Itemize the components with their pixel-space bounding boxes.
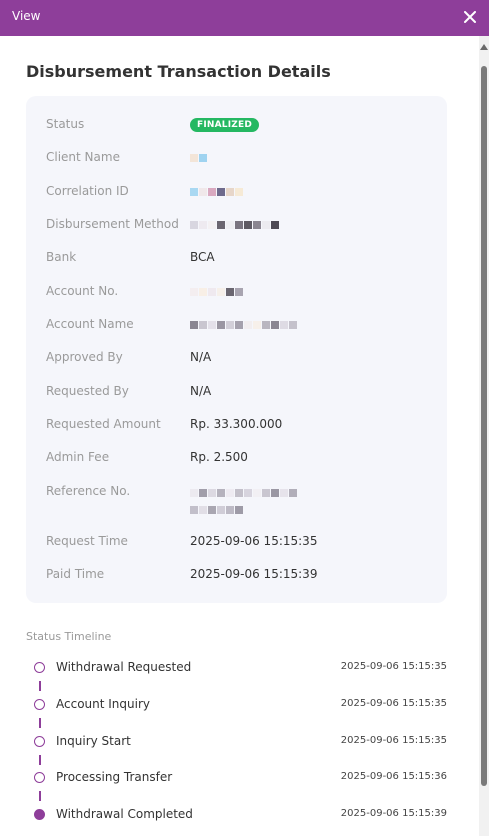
- detail-label: Status: [46, 117, 85, 131]
- scrollbar-thumb[interactable]: [481, 66, 487, 786]
- detail-label: Admin Fee: [46, 450, 110, 464]
- timeline-item: Withdrawal Requested 2025-09-06 15:15:35: [34, 660, 447, 676]
- timeline-dot-icon: [34, 699, 45, 710]
- detail-value: Rp. 33.300.000: [190, 417, 283, 431]
- detail-label: Request Time: [46, 534, 128, 548]
- timeline-connector: [39, 718, 41, 728]
- timeline-dot-filled-icon: [34, 809, 45, 820]
- timeline-item-time: 2025-09-06 15:15:36: [340, 771, 447, 782]
- timeline-connector: [39, 681, 41, 691]
- timeline-item-time: 2025-09-06 15:15:35: [340, 698, 447, 709]
- detail-label: Disbursement Method: [46, 217, 179, 231]
- timeline-item: Inquiry Start 2025-09-06 15:15:35: [34, 734, 447, 750]
- page-title: Disbursement Transaction Details: [26, 62, 331, 81]
- timeline-dot-icon: [34, 662, 45, 673]
- detail-label: Bank: [46, 250, 77, 264]
- detail-label: Approved By: [46, 350, 123, 364]
- timeline-item: Processing Transfer 2025-09-06 15:15:36: [34, 770, 447, 786]
- redacted-value: [190, 217, 279, 231]
- timeline-dot-icon: [34, 736, 45, 747]
- detail-label: Requested By: [46, 384, 129, 398]
- timeline-heading: Status Timeline: [26, 630, 112, 643]
- scrollbar[interactable]: [479, 36, 489, 836]
- detail-value: BCA: [190, 250, 215, 264]
- redacted-value: [190, 484, 297, 518]
- detail-value: N/A: [190, 384, 212, 398]
- detail-label: Paid Time: [46, 567, 105, 581]
- timeline-item: Withdrawal Completed 2025-09-06 15:15:39: [34, 807, 447, 823]
- timeline-item-label: Withdrawal Requested: [56, 660, 192, 674]
- redacted-value: [190, 284, 243, 298]
- detail-label: Correlation ID: [46, 184, 129, 198]
- detail-label: Requested Amount: [46, 417, 161, 431]
- detail-label: Client Name: [46, 150, 120, 164]
- detail-value: 2025-09-06 15:15:35: [190, 534, 318, 548]
- timeline-item-label: Processing Transfer: [56, 770, 173, 784]
- timeline-item-time: 2025-09-06 15:15:39: [340, 808, 447, 819]
- chevron-up-icon[interactable]: [480, 44, 488, 50]
- timeline-item-label: Inquiry Start: [56, 734, 131, 748]
- timeline-item: Account Inquiry 2025-09-06 15:15:35: [34, 697, 447, 713]
- redacted-value: [190, 317, 297, 331]
- details-card: Status FINALIZED Client Name Correlation…: [26, 96, 447, 603]
- window-title: View: [12, 9, 41, 23]
- timeline-item-time: 2025-09-06 15:15:35: [340, 735, 447, 746]
- timeline-dot-icon: [34, 772, 45, 783]
- timeline-connector: [39, 755, 41, 765]
- timeline-connector: [39, 791, 41, 801]
- detail-value: Rp. 2.500: [190, 450, 248, 464]
- detail-label: Reference No.: [46, 484, 131, 498]
- redacted-value: [190, 150, 207, 164]
- detail-label: Account Name: [46, 317, 134, 331]
- detail-value: FINALIZED: [190, 116, 260, 132]
- window-titlebar: View: [0, 0, 489, 36]
- detail-value: 2025-09-06 15:15:39: [190, 567, 318, 581]
- detail-value: N/A: [190, 350, 212, 364]
- close-icon[interactable]: [461, 8, 479, 26]
- status-badge: FINALIZED: [190, 118, 260, 132]
- timeline-item-time: 2025-09-06 15:15:35: [340, 661, 447, 672]
- timeline-item-label: Withdrawal Completed: [56, 807, 193, 821]
- timeline-item-label: Account Inquiry: [56, 697, 151, 711]
- redacted-value: [190, 184, 243, 198]
- detail-label: Account No.: [46, 284, 119, 298]
